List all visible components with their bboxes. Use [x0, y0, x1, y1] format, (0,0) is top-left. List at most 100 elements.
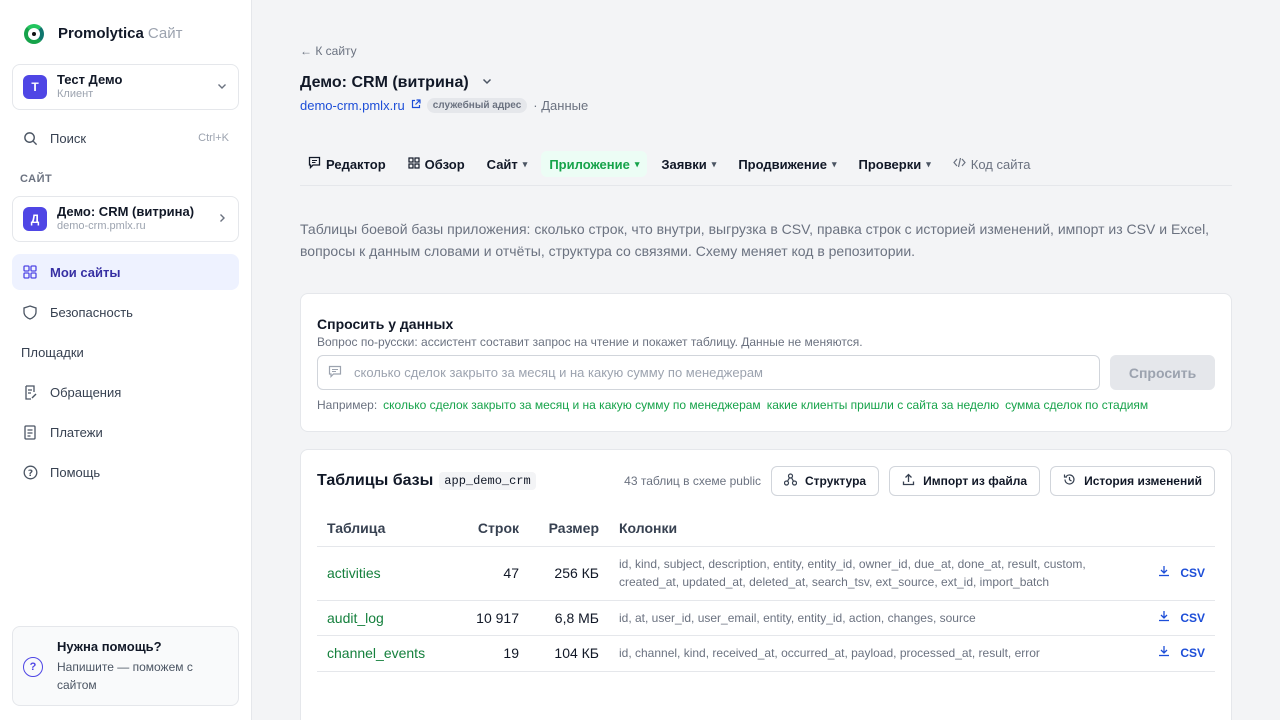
sidebar-item-security[interactable]: Безопасность: [12, 294, 239, 330]
page-title[interactable]: Демо: CRM (витрина): [300, 74, 493, 92]
table-columns: id, kind, subject, description, entity, …: [609, 546, 1115, 601]
examples: Например: сколько сделок закрыто за меся…: [317, 398, 1215, 412]
chevron-down-icon: ▾: [711, 158, 717, 169]
section-tabs: Редактор Обзор Сайт ▾ Приложение ▾ Заявк…: [300, 151, 1232, 186]
csv-label: CSV: [1180, 610, 1205, 625]
brand[interactable]: Promolytica Сайт: [24, 24, 182, 44]
chevron-right-icon: [216, 212, 228, 227]
brand-logo-icon: [24, 24, 44, 44]
search-label: Поиск: [50, 130, 87, 146]
ask-input-wrapper[interactable]: [317, 355, 1100, 390]
csv-download-button[interactable]: CSV: [1115, 635, 1215, 672]
table-size: 256 КБ: [529, 546, 609, 601]
sidebar-item-requests[interactable]: Обращения: [12, 374, 239, 410]
sidebar-item-my-sites[interactable]: Мои сайты: [12, 254, 239, 290]
tab-editor[interactable]: Редактор: [300, 151, 394, 177]
examples-label: Например:: [317, 398, 378, 412]
sidebar-item-label: Безопасность: [50, 304, 133, 320]
main-content: ← К сайту Демо: CRM (витрина) demo-crm.p…: [252, 0, 1280, 720]
tab-label: Продвижение: [738, 156, 827, 172]
chevron-down-icon: ▾: [634, 158, 640, 169]
column-header: Строк: [465, 510, 529, 547]
search-button[interactable]: Поиск Ctrl+K: [12, 120, 239, 156]
example-link[interactable]: какие клиенты пришли с сайта за неделю: [767, 398, 999, 412]
structure-icon: [783, 473, 798, 489]
chevron-down-icon: ▾: [926, 158, 931, 169]
tab-label: Код сайта: [970, 156, 1031, 172]
ask-subtitle: Вопрос по-русски: ассистент составит зап…: [317, 335, 863, 349]
service-address-badge: служебный адрес: [426, 98, 528, 113]
table-row: channel_events 19 104 КБ id, channel, ki…: [317, 635, 1215, 672]
ask-input[interactable]: [354, 365, 1089, 380]
ask-button[interactable]: Спросить: [1110, 355, 1215, 390]
tab-site[interactable]: Сайт ▾: [479, 151, 536, 177]
help-circle-icon: ?: [22, 464, 38, 480]
account-switcher[interactable]: Т Тест Демо Клиент: [12, 64, 239, 110]
table-columns: id, at, user_id, user_email, entity, ent…: [609, 600, 1115, 636]
site-avatar: Д: [23, 207, 47, 231]
row-count: 10 917: [465, 600, 529, 636]
table-name-link[interactable]: channel_events: [317, 635, 465, 672]
help-title: Нужна помощь?: [57, 639, 162, 654]
chevron-down-icon: [216, 80, 228, 95]
tab-label: Приложение: [549, 156, 630, 172]
example-link[interactable]: сумма сделок по стадиям: [1005, 398, 1148, 412]
help-card[interactable]: ? Нужна помощь? Напишите — поможем с сай…: [12, 626, 239, 706]
table-name-link[interactable]: audit_log: [317, 600, 465, 636]
file-edit-icon: [22, 384, 38, 400]
receipt-icon: [22, 424, 38, 440]
page-title-text: Демо: CRM (витрина): [300, 74, 469, 91]
back-link[interactable]: ← К сайту: [300, 44, 357, 58]
site-selector[interactable]: Д Демо: CRM (витрина) demo-crm.pmlx.ru: [12, 196, 239, 242]
help-text: Напишите — поможем с сайтом: [57, 660, 193, 692]
sidebar-item-platforms[interactable]: Площадки: [12, 334, 239, 370]
tab-overview[interactable]: Обзор: [400, 151, 473, 177]
chevron-down-icon: ▾: [522, 158, 528, 169]
help-icon: ?: [23, 657, 43, 677]
tab-label: Проверки: [858, 156, 922, 172]
sidebar-item-label: Помощь: [50, 464, 101, 480]
example-link[interactable]: сколько сделок закрыто за месяц и на как…: [383, 398, 761, 412]
import-button[interactable]: Импорт из файла: [889, 466, 1041, 496]
column-header: Колонки: [609, 510, 1115, 547]
table-columns: id, channel, kind, received_at, occurred…: [609, 635, 1115, 672]
chevron-down-icon: [481, 76, 493, 90]
page-description: Таблицы боевой базы приложения: сколько …: [300, 221, 1210, 259]
csv-download-button[interactable]: CSV: [1115, 546, 1215, 601]
tab-promotion[interactable]: Продвижение ▾: [730, 151, 844, 177]
account-avatar: Т: [23, 75, 47, 99]
tab-label: Заявки: [661, 156, 707, 172]
column-header: Таблица: [317, 510, 465, 547]
tab-checks[interactable]: Проверки ▾: [851, 151, 939, 177]
svg-text:?: ?: [27, 469, 32, 479]
history-button[interactable]: История изменений: [1050, 466, 1215, 496]
account-role: Клиент: [57, 88, 94, 101]
site-domain-link[interactable]: demo-crm.pmlx.ru: [300, 98, 405, 113]
button-label: История изменений: [1084, 474, 1202, 488]
download-icon: [1158, 646, 1170, 660]
search-icon: [22, 130, 38, 146]
code-icon: [952, 157, 966, 171]
structure-button[interactable]: Структура: [770, 466, 880, 496]
sidebar-item-label: Площадки: [21, 344, 84, 360]
button-label: Импорт из файла: [923, 474, 1028, 488]
tab-application[interactable]: Приложение ▾: [541, 151, 648, 177]
tab-label: Обзор: [424, 156, 465, 172]
table-size: 6,8 МБ: [529, 600, 609, 636]
account-name: Тест Демо: [57, 72, 123, 88]
sidebar-item-payments[interactable]: Платежи: [12, 414, 239, 450]
external-link-icon: [411, 99, 421, 112]
tab-label: Сайт: [486, 156, 518, 172]
table-name-link[interactable]: activities: [317, 546, 465, 601]
grid-icon: [22, 264, 38, 280]
schema-name: app_demo_crm: [439, 472, 536, 490]
shield-icon: [22, 304, 38, 320]
section-label: САЙТ: [20, 173, 53, 185]
csv-label: CSV: [1180, 565, 1205, 580]
tab-requests[interactable]: Заявки ▾: [653, 151, 724, 177]
sidebar-item-label: Обращения: [50, 384, 122, 400]
brand-name: Promolytica: [58, 25, 144, 42]
sidebar-item-help[interactable]: ? Помощь: [12, 454, 239, 490]
csv-download-button[interactable]: CSV: [1115, 600, 1215, 636]
tab-site-code[interactable]: Код сайта: [945, 151, 1039, 177]
